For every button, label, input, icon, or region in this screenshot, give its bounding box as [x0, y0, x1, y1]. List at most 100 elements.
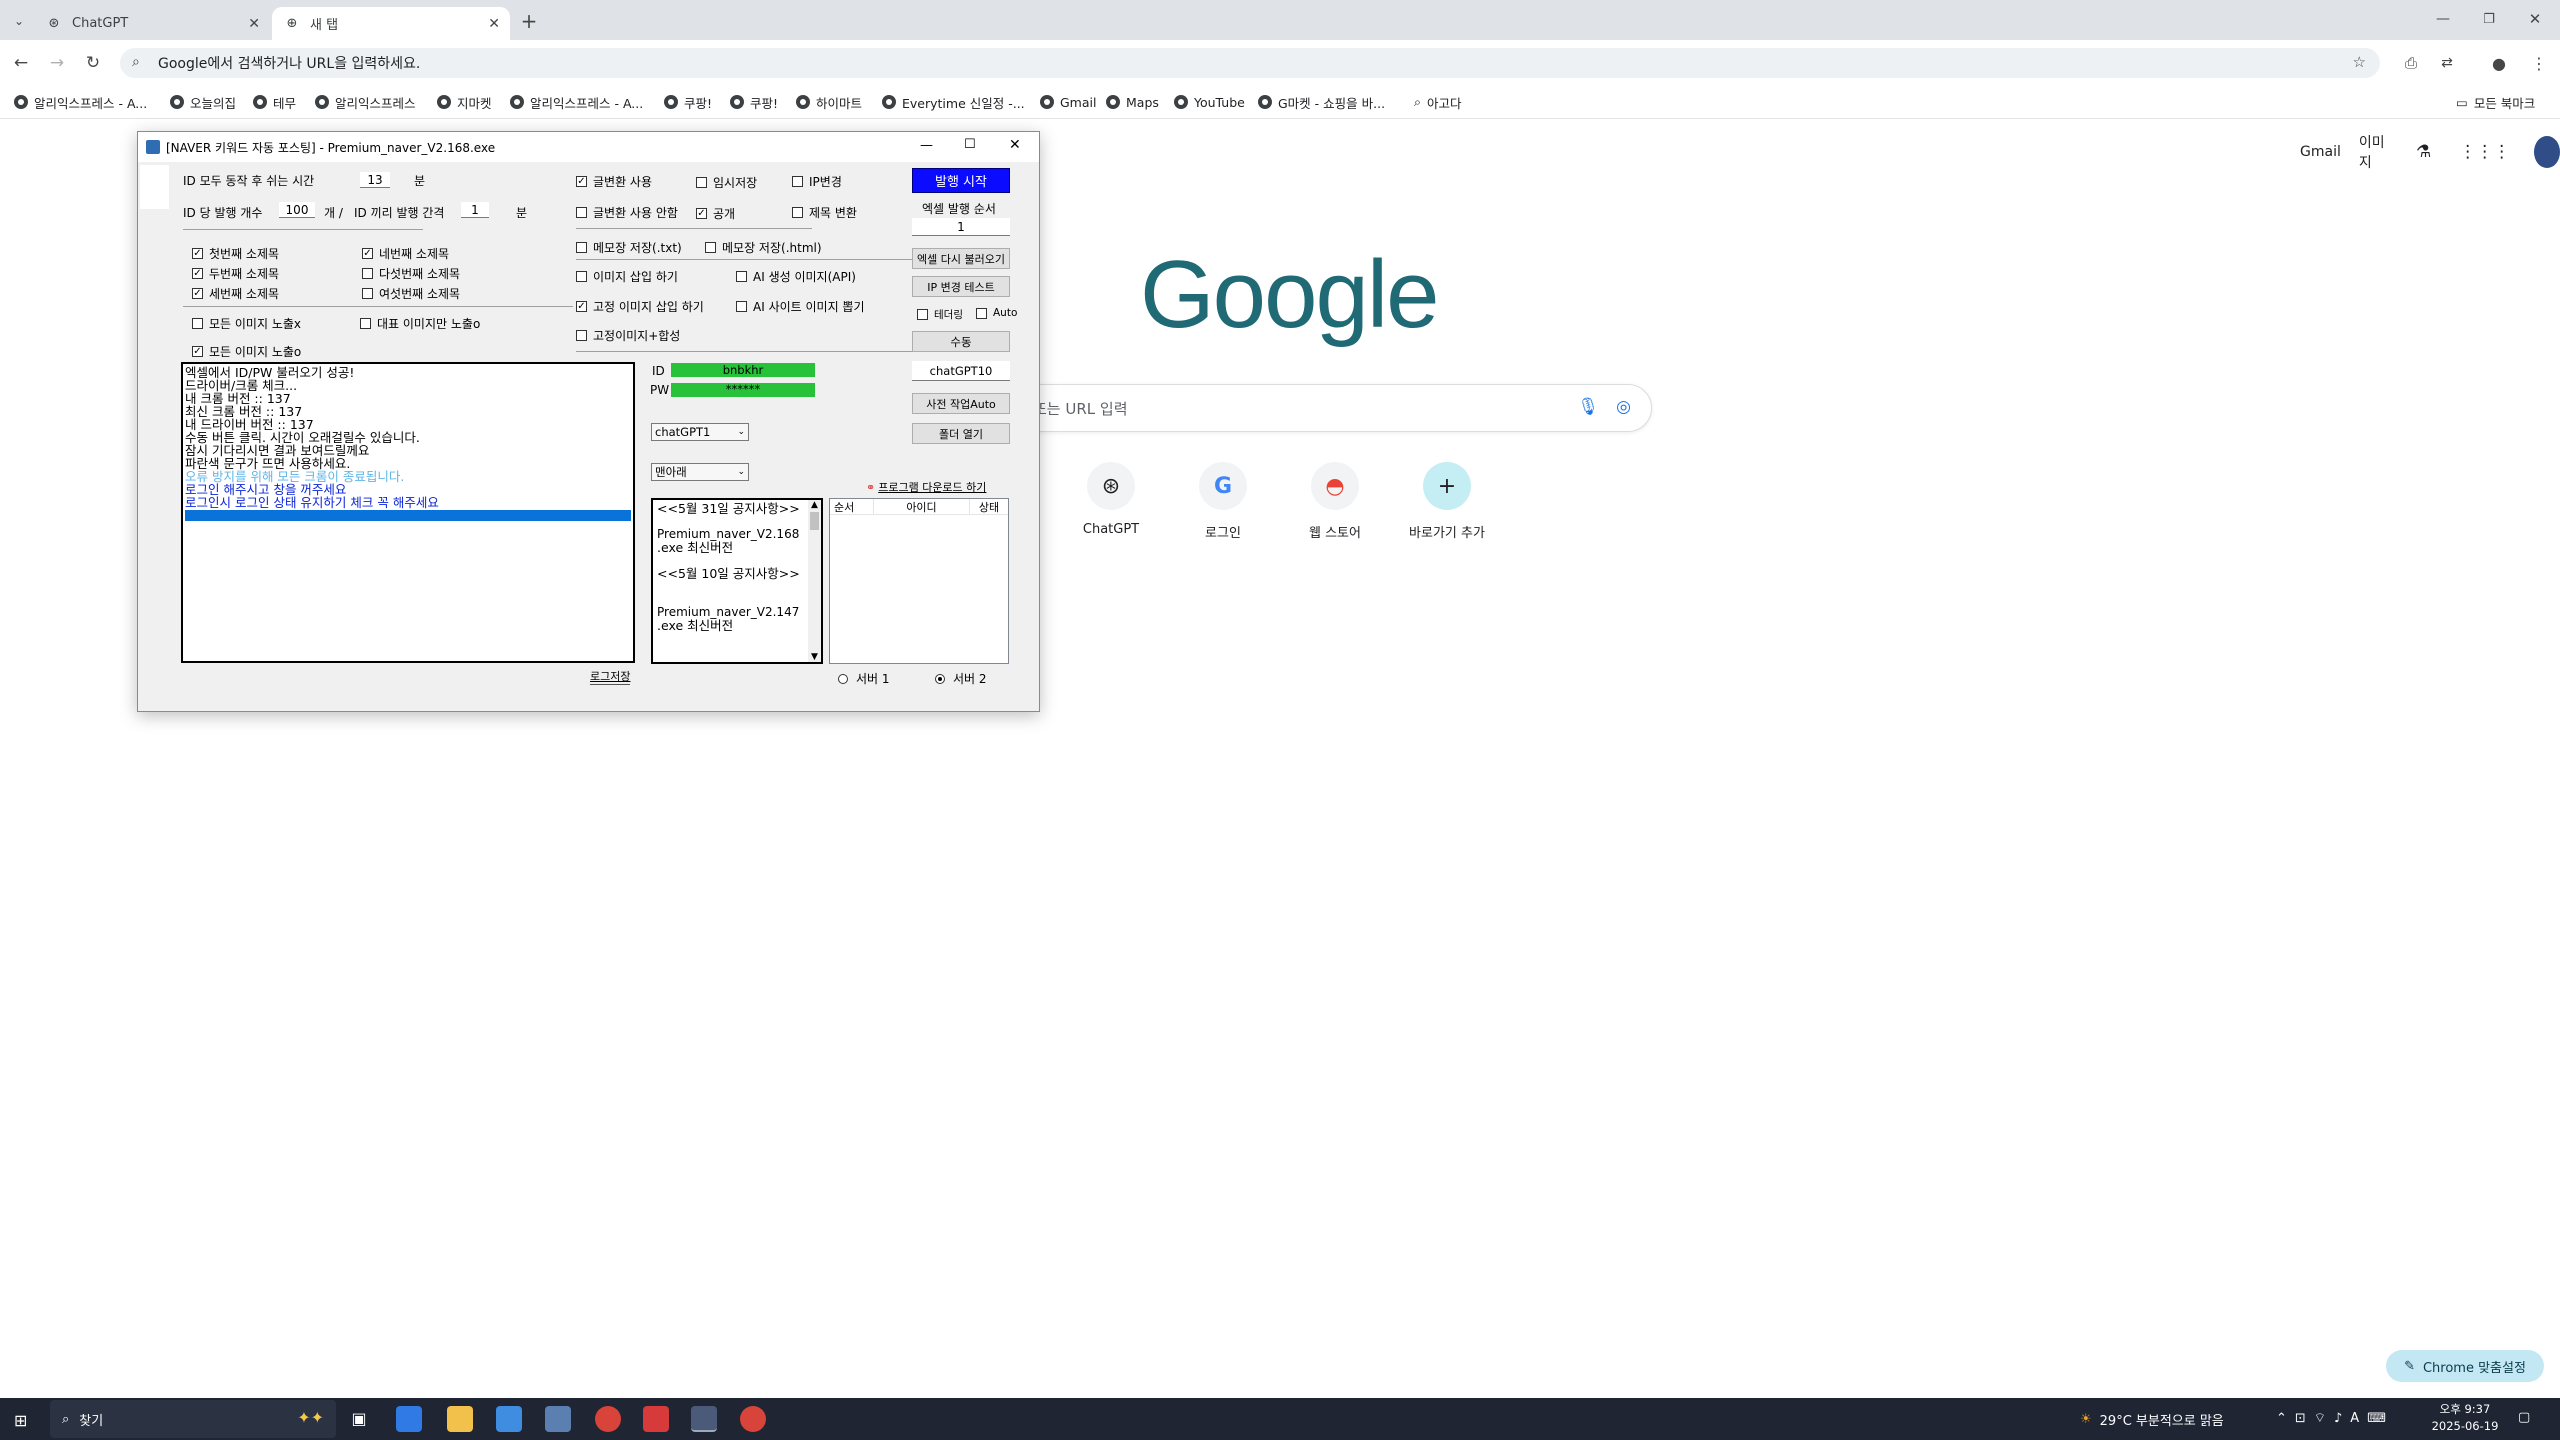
fixed-img-checkbox[interactable]: ✓ 고정 이미지 삽입 하기	[576, 298, 704, 315]
table-header[interactable]: 아이디	[874, 499, 970, 514]
bookmark-star-icon[interactable]: ☆	[2353, 53, 2366, 71]
bookmark-item[interactable]: 지마켓	[437, 91, 492, 113]
bookmark-item[interactable]: 하이마트	[796, 91, 862, 113]
avatar[interactable]	[2534, 136, 2560, 168]
minimize-icon[interactable]: —	[920, 138, 933, 153]
title-convert-checkbox[interactable]: 제목 변환	[792, 204, 857, 221]
subtitle-5-checkbox[interactable]: 다섯번째 소제목	[362, 265, 460, 282]
file-explorer-icon[interactable]	[447, 1406, 473, 1432]
close-icon[interactable]: ✕	[1009, 137, 1021, 153]
bookmark-item[interactable]: 쿠팡!	[730, 91, 778, 113]
interval-input[interactable]: 1	[461, 202, 489, 218]
notice-scrollbar[interactable]: ▲ ▼	[808, 500, 821, 662]
labs-flask-icon[interactable]: ⚗	[2416, 142, 2431, 162]
task-view-icon[interactable]: ▣	[346, 1406, 372, 1432]
auto-checkbox[interactable]: Auto	[976, 307, 1017, 319]
microphone-icon[interactable]: 🎙	[1577, 397, 1599, 417]
outlook-icon[interactable]	[496, 1406, 522, 1432]
windows-start-icon[interactable]: ⊞	[14, 1411, 27, 1430]
bookmark-item[interactable]: Gmail	[1040, 91, 1096, 113]
copilot-icon[interactable]	[396, 1406, 422, 1432]
reload-icon[interactable]: ↻	[80, 50, 106, 76]
download-link[interactable]: ⚭ 프로그램 다운로드 하기	[866, 479, 986, 495]
bookmark-item[interactable]: 쿠팡!	[664, 91, 712, 113]
shortcut-add[interactable]: + 바로가기 추가	[1392, 462, 1502, 541]
ip-test-button[interactable]: IP 변경 테스트	[912, 276, 1010, 297]
open-folder-button[interactable]: 폴더 열기	[912, 423, 1010, 444]
shortcut-chatgpt[interactable]: ⊛ ChatGPT	[1056, 462, 1166, 537]
translate-icon[interactable]: ⇄	[2434, 50, 2460, 76]
chrome-icon[interactable]	[740, 1406, 766, 1432]
tab-new-tab[interactable]: ⊕ 새 탭 ✕	[272, 7, 510, 40]
table-header[interactable]: 순서	[830, 499, 874, 514]
clock[interactable]: 오후 9:37 2025-06-19	[2430, 1401, 2500, 1435]
table-header[interactable]: 상태	[970, 499, 1008, 514]
subtitle-1-checkbox[interactable]: ✓ 첫번째 소제목	[192, 245, 279, 262]
temp-save-checkbox[interactable]: 임시저장	[696, 174, 757, 191]
bookmark-item[interactable]: 테무	[253, 91, 296, 113]
bookmark-item[interactable]: Maps	[1106, 91, 1159, 113]
position-combo[interactable]: 맨아래 ⌄	[651, 463, 749, 481]
bookmark-item[interactable]: 알리익스프레스 - A...	[510, 91, 643, 113]
shortcut-login[interactable]: G 로그인	[1168, 462, 1278, 541]
print-icon[interactable]: ⎙	[2398, 50, 2424, 76]
customize-chrome-button[interactable]: ✎ Chrome 맞춤설정	[2386, 1350, 2544, 1382]
shortcut-webstore[interactable]: ◓ 웹 스토어	[1280, 462, 1390, 541]
images-link[interactable]: 이미지	[2359, 132, 2390, 172]
scroll-down-icon[interactable]: ▼	[808, 652, 821, 662]
public-checkbox[interactable]: ✓ 공개	[696, 205, 735, 222]
id-field[interactable]: bnbkhr	[671, 363, 815, 377]
close-window-icon[interactable]: ✕	[2522, 6, 2548, 32]
post-count-input[interactable]: 100	[279, 202, 315, 218]
memo-txt-checkbox[interactable]: 메모장 저장(.txt)	[576, 239, 682, 256]
omnibox[interactable]: ⌕ Google에서 검색하거나 URL을 입력하세요. ☆	[120, 48, 2380, 78]
ai-site-img-checkbox[interactable]: AI 사이트 이미지 뽑기	[736, 298, 865, 315]
subtitle-4-checkbox[interactable]: ✓ 네번째 소제목	[362, 245, 449, 262]
bookmark-item[interactable]: ⌕ 아고다	[1414, 91, 1462, 113]
taskbar-search[interactable]: ⌕ 찾기 ✦✦	[50, 1400, 336, 1438]
manual-button[interactable]: 수동	[912, 331, 1010, 352]
system-tray-icons[interactable]: ⌃⊡⌔♪A⌨	[2276, 1410, 2394, 1426]
chatgpt-combo[interactable]: chatGPT1 ⌄	[651, 423, 749, 441]
ai-img-api-checkbox[interactable]: AI 생성 이미지(API)	[736, 268, 856, 285]
subtitle-2-checkbox[interactable]: ✓ 두번째 소제목	[192, 265, 279, 282]
bookmark-item[interactable]: G마켓 - 쇼핑을 바...	[1258, 91, 1385, 113]
bookmark-item[interactable]: Everytime 신일정 -...	[882, 91, 1025, 113]
bookmark-item[interactable]: 오늘의집	[170, 91, 236, 113]
naver-poster-icon[interactable]	[691, 1406, 717, 1432]
memo-html-checkbox[interactable]: 메모장 저장(.html)	[705, 239, 822, 256]
bookmark-item[interactable]: 알리익스프레스	[315, 91, 416, 113]
excel-order-input[interactable]: 1	[912, 218, 1010, 236]
reload-excel-button[interactable]: 엑셀 다시 불러오기	[912, 248, 1010, 269]
prework-auto-button[interactable]: 사전 작업Auto	[912, 393, 1010, 414]
bookmark-item[interactable]: YouTube	[1174, 91, 1245, 113]
img-insert-checkbox[interactable]: 이미지 삽입 하기	[576, 268, 678, 285]
bookmark-item[interactable]: 알리익스프레스 - A...	[14, 91, 147, 113]
server1-radio[interactable]: 서버 1	[838, 670, 890, 687]
chatgpt-field[interactable]: chatGPT10	[912, 361, 1010, 381]
img-all-hide-checkbox[interactable]: 모든 이미지 노출x	[192, 315, 301, 332]
tab-search-icon[interactable]: ⌄	[6, 8, 32, 34]
google-search-box[interactable]: 또는 URL 입력 🎙 ◎	[1000, 384, 1652, 432]
pw-field[interactable]: ******	[671, 383, 815, 397]
tab-chatgpt[interactable]: ⊛ ChatGPT ✕	[34, 7, 270, 40]
profile-icon[interactable]: ●	[2486, 50, 2512, 76]
tethering-checkbox[interactable]: 테더링	[917, 307, 963, 322]
chrome-icon[interactable]	[595, 1406, 621, 1432]
close-tab-icon[interactable]: ✕	[488, 16, 500, 32]
all-bookmarks[interactable]: ▭ 모든 북마크	[2456, 91, 2535, 113]
menu-icon[interactable]: ⋮	[2526, 50, 2552, 76]
fixed-img-combine-checkbox[interactable]: 고정이미지+합성	[576, 327, 680, 344]
rest-input[interactable]: 13	[360, 172, 390, 188]
weather-widget[interactable]: ☀ 29°C 부분적으로 맑음	[2080, 1410, 2224, 1429]
img-all-show-checkbox[interactable]: ✓ 모든 이미지 노출o	[192, 343, 301, 360]
server2-radio[interactable]: 서버 2	[935, 670, 987, 687]
scroll-up-icon[interactable]: ▲	[808, 500, 821, 510]
ip-change-checkbox[interactable]: IP변경	[792, 173, 842, 190]
new-tab-icon[interactable]: +	[516, 8, 542, 34]
app-red-icon[interactable]	[643, 1406, 669, 1432]
back-icon[interactable]: ←	[8, 50, 34, 76]
subtitle-6-checkbox[interactable]: 여섯번째 소제목	[362, 285, 460, 302]
lens-icon[interactable]: ◎	[1616, 397, 1631, 417]
restore-icon[interactable]: ❐	[2476, 6, 2502, 32]
